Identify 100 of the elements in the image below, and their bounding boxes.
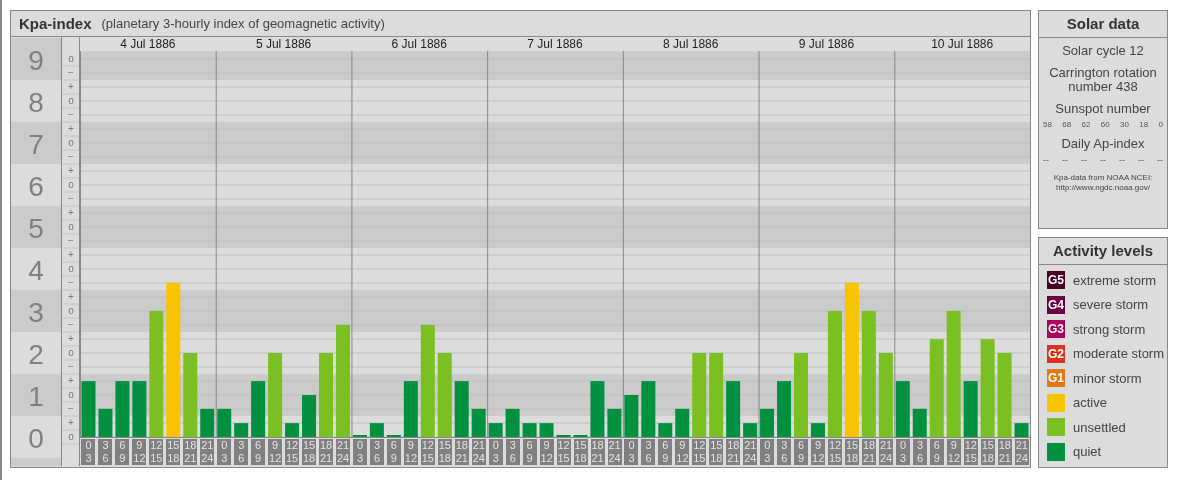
kp-subdivision-label: −: [68, 151, 74, 162]
kp-subdivision-label: +: [68, 291, 74, 302]
sunspot-value: 62: [1081, 120, 1091, 129]
sunspot-value: 58: [1043, 120, 1052, 129]
hour-range-label: 21 24: [879, 439, 893, 465]
hour-range-label: 3 6: [234, 439, 249, 465]
hour-range-label: 9 12: [268, 439, 283, 465]
kp-subdivision-label: −: [68, 67, 74, 78]
legend-label: severe storm: [1073, 297, 1149, 313]
hour-range-label: 15 18: [437, 439, 452, 465]
hour-range-label: 12 15: [828, 439, 843, 465]
kp-axis-label: 5: [28, 213, 44, 244]
hour-range-label: 9 12: [403, 439, 418, 465]
day-label: 8 Jul 1886: [662, 37, 720, 51]
hour-range-label: 0 3: [217, 439, 232, 465]
hour-range-label: 12 15: [692, 439, 707, 465]
hour-range-label: 18 21: [454, 439, 469, 465]
sunspot-value: 68: [1062, 120, 1072, 129]
hour-range-label: 6 9: [386, 439, 401, 465]
hour-range-label: 12 15: [149, 439, 164, 465]
kp-subdivision-label: −: [68, 361, 74, 372]
source-url: http://www.ngdc.noaa.gov/: [1056, 183, 1150, 193]
hour-range-label: 9 12: [132, 439, 147, 465]
kp-subdivision-label: o: [68, 347, 74, 358]
hour-range-label: 18 21: [726, 439, 741, 465]
ap-index-value: --: [1043, 155, 1049, 165]
ap-index-value: --: [1119, 155, 1125, 165]
hour-range-label: 3 6: [505, 439, 520, 465]
panel-title: Kpa-index: [19, 15, 92, 32]
kp-subdivision-label: +: [68, 375, 74, 386]
kp-subdivision-label: o: [68, 53, 74, 64]
hour-range-label: 12 15: [420, 439, 435, 465]
kp-axis-label: 8: [28, 87, 44, 118]
kp-subdivision-label: −: [68, 403, 74, 414]
day-label: 9 Jul 1886: [797, 37, 856, 51]
ap-index-value: --: [1081, 155, 1087, 165]
hour-range-label: 9 12: [946, 439, 961, 465]
kp-axis-label: 4: [28, 255, 44, 286]
hour-range-label: 21 24: [336, 439, 350, 465]
kp-subdivision-label: −: [68, 235, 74, 246]
kp-subdivision-label: o: [68, 389, 74, 400]
hour-range-label: 0 3: [81, 439, 96, 465]
solar-cycle-text: Solar cycle 12: [1062, 44, 1144, 58]
hour-range-label: 6 9: [115, 439, 130, 465]
ap-index-value: --: [1062, 155, 1068, 165]
sunspot-value: 0: [1158, 120, 1163, 129]
hour-range-label: 3 6: [641, 439, 656, 465]
legend-label: active: [1073, 395, 1107, 411]
hour-range-label: 3 6: [369, 439, 384, 465]
hour-range-label: 0 3: [488, 439, 503, 465]
legend-label: minor storm: [1073, 370, 1142, 386]
legend-label: strong storm: [1073, 321, 1146, 337]
hour-range-label: 6 9: [522, 439, 537, 465]
kp-axis-label: 0: [28, 423, 44, 454]
carrington-text: Carrington rotation number 438: [1048, 66, 1158, 94]
ap-index-value: --: [1157, 155, 1163, 165]
legend-label: unsettled: [1073, 419, 1126, 435]
hour-range-label: 21 24: [200, 439, 215, 465]
ap-index-value: --: [1138, 155, 1144, 165]
storm-level-badge: G4: [1047, 295, 1065, 314]
kp-subdivision-label: o: [68, 305, 74, 316]
hour-range-label: 6 9: [251, 439, 266, 465]
kp-subdivision-label: +: [68, 81, 74, 92]
hour-range-label: 3 6: [98, 439, 113, 465]
kp-subdivision-label: +: [68, 165, 74, 176]
kp-subdivision-label: −: [68, 277, 74, 288]
hour-range-label: 9 12: [811, 439, 826, 465]
sunspot-label: Sunspot number: [1055, 102, 1151, 116]
kp-axis-label: 2: [28, 339, 44, 370]
day-label: 5 Jul 1886: [254, 37, 313, 51]
hour-range-label: 15 18: [709, 439, 724, 465]
hour-range-label: 21 24: [471, 439, 486, 465]
kp-subdivision-label: −: [68, 193, 74, 204]
hour-range-label: 0 3: [760, 439, 775, 465]
hour-range-label: 15 18: [302, 439, 317, 465]
kp-axis-label: 7: [28, 129, 44, 160]
hour-range-label: 6 9: [929, 439, 944, 465]
hour-range-label: 21 24: [1014, 439, 1029, 465]
day-label: 4 Jul 1886: [119, 37, 177, 51]
hour-range-label: 9 12: [675, 439, 690, 465]
sunspot-value: 60: [1100, 120, 1110, 129]
sunspot-value: 18: [1139, 120, 1149, 129]
hour-range-label: 18 21: [862, 439, 877, 465]
hour-range-label: 0 3: [896, 439, 910, 465]
kp-subdivision-label: o: [68, 431, 74, 442]
source-text: Kpa-data from NOAA NCEI:: [1053, 173, 1153, 183]
hour-range-label: 0 3: [353, 439, 367, 465]
kp-subdivision-label: o: [68, 95, 74, 106]
hour-range-label: 3 6: [912, 439, 927, 465]
hour-range-label: 15 18: [166, 439, 181, 465]
kp-axis-label: 9: [28, 45, 44, 76]
hour-range-label: 15 18: [980, 439, 995, 465]
hour-range-label: 15 18: [573, 439, 588, 465]
legend-label: extreme storm: [1073, 272, 1157, 288]
hour-range-label: 18 21: [183, 439, 198, 465]
hour-range-label: 18 21: [997, 439, 1012, 465]
kp-subdivision-label: o: [68, 137, 74, 148]
day-label: 10 Jul 1886: [930, 37, 995, 51]
sunspot-value: 30: [1120, 120, 1129, 129]
hour-range-label: 18 21: [590, 439, 605, 465]
